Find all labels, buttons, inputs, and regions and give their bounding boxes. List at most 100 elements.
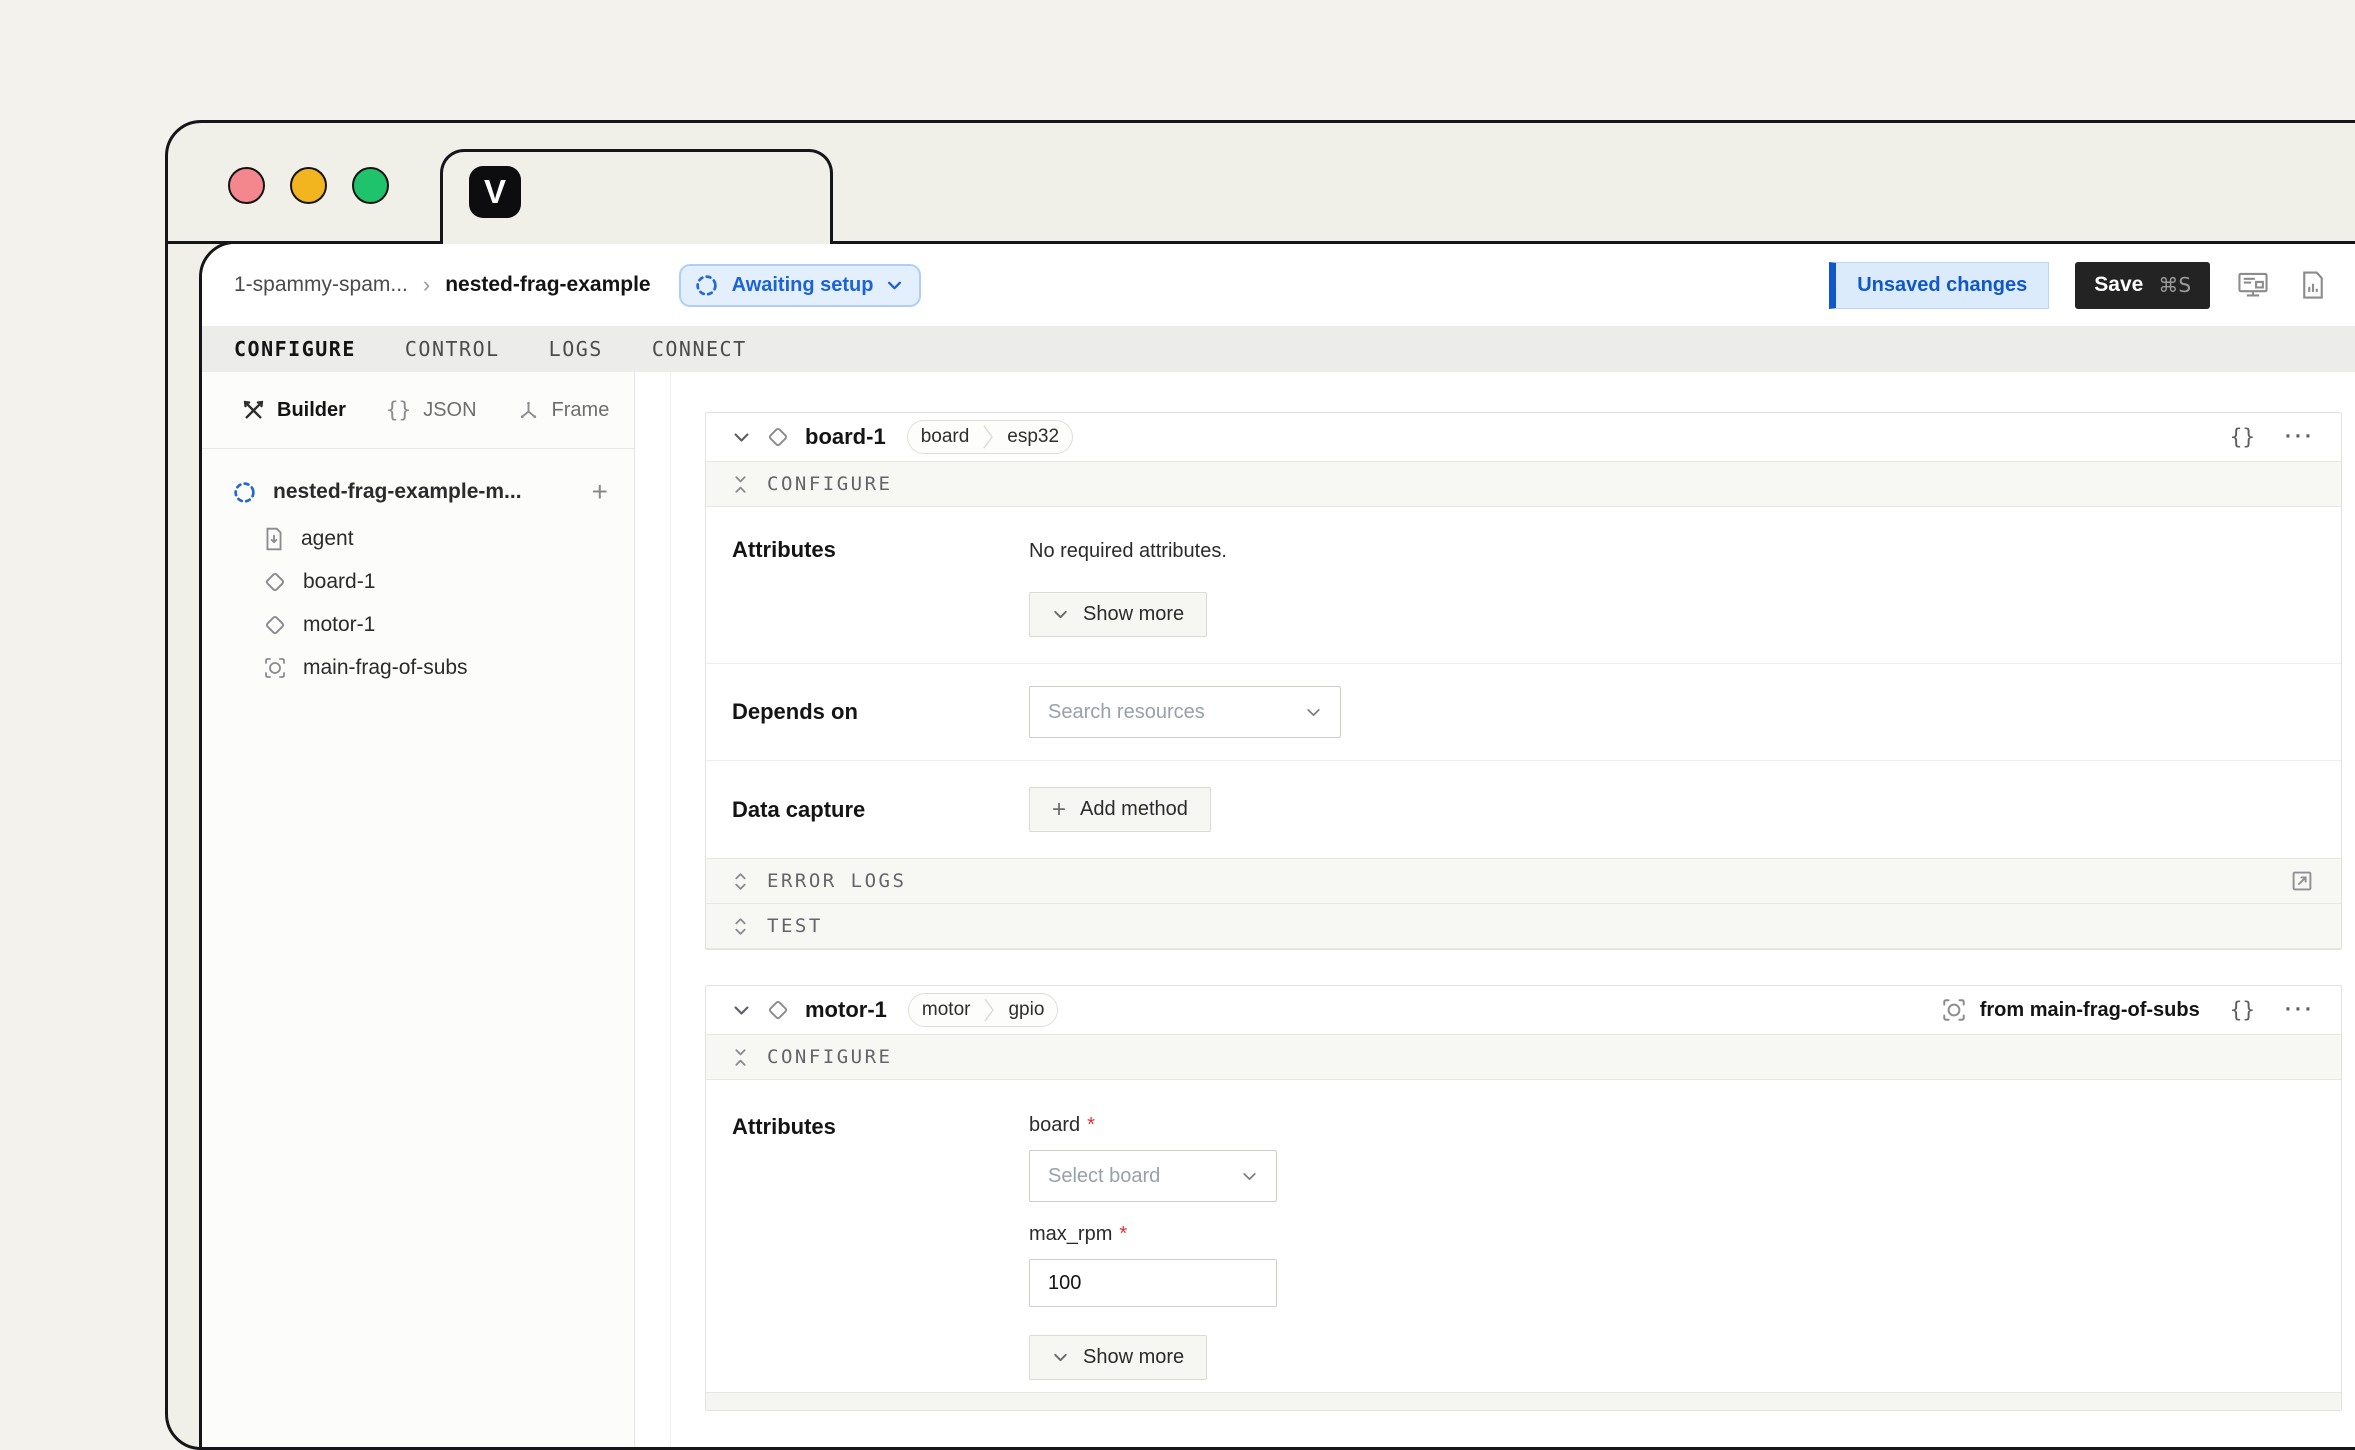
component-diamond-icon bbox=[766, 425, 790, 449]
add-resource-button[interactable]: + bbox=[592, 478, 608, 506]
component-header-actions: from main-frag-of-subs {} ··· bbox=[1941, 997, 2315, 1023]
browser-tab[interactable]: V bbox=[440, 149, 833, 244]
board-select[interactable]: Select board bbox=[1029, 1150, 1277, 1202]
required-marker: * bbox=[1087, 1114, 1095, 1137]
tree-item-label: motor-1 bbox=[303, 613, 375, 637]
tree-root-label: nested-frag-example-m... bbox=[273, 480, 522, 504]
chevron-down-icon bbox=[1052, 606, 1069, 623]
component-header: board-1 board esp32 {} ··· bbox=[706, 413, 2341, 461]
content-area: Builder {} JSON bbox=[202, 372, 2355, 1447]
tree-item-label: main-frag-of-subs bbox=[303, 656, 468, 680]
code-braces-icon[interactable]: {} bbox=[2230, 998, 2255, 1022]
close-window-button[interactable] bbox=[228, 167, 265, 204]
tab-control[interactable]: CONTROL bbox=[405, 337, 500, 361]
component-diamond-icon bbox=[766, 998, 790, 1022]
component-title: board-1 bbox=[805, 424, 886, 450]
badge-model: esp32 bbox=[994, 426, 1072, 448]
breadcrumb: 1-spammy-spam... › nested-frag-example bbox=[234, 272, 651, 298]
tree-item-label: board-1 bbox=[303, 570, 375, 594]
open-logs-external-icon[interactable] bbox=[2290, 869, 2314, 893]
component-menu-icon[interactable]: ··· bbox=[2285, 998, 2315, 1022]
section-error-logs[interactable]: ERROR LOGS bbox=[706, 858, 2341, 904]
tab-configure[interactable]: CONFIGURE bbox=[234, 337, 356, 361]
badge-type: board bbox=[908, 426, 983, 448]
maximize-window-button[interactable] bbox=[352, 167, 389, 204]
component-type-badge: motor gpio bbox=[908, 993, 1059, 1027]
section-configure-label: CONFIGURE bbox=[767, 473, 892, 495]
section-configure-motor[interactable]: CONFIGURE bbox=[706, 1034, 2341, 1080]
save-button[interactable]: Save ⌘S bbox=[2075, 262, 2210, 309]
show-more-button[interactable]: Show more bbox=[1029, 1335, 1207, 1380]
max-rpm-field: max_rpm * bbox=[1029, 1223, 2315, 1307]
required-marker: * bbox=[1119, 1223, 1127, 1246]
show-more-button[interactable]: Show more bbox=[1029, 592, 1207, 637]
component-header: motor-1 motor gpio bbox=[706, 986, 2341, 1034]
tab-logs[interactable]: LOGS bbox=[549, 337, 603, 361]
save-shortcut-hint: ⌘S bbox=[2158, 273, 2191, 297]
max-rpm-input[interactable] bbox=[1029, 1259, 1277, 1307]
component-diamond-icon bbox=[263, 613, 287, 637]
data-capture-label: Data capture bbox=[732, 797, 1029, 823]
view-tab-builder[interactable]: Builder bbox=[242, 399, 346, 422]
chevron-down-icon bbox=[1305, 704, 1322, 721]
depends-on-row: Depends on Search resources bbox=[706, 663, 2341, 760]
builder-tools-icon bbox=[242, 399, 265, 422]
view-tab-frame-label: Frame bbox=[552, 399, 610, 422]
view-tab-frame[interactable]: Frame bbox=[517, 399, 610, 422]
collapse-chevron-icon[interactable] bbox=[732, 1001, 751, 1020]
attributes-row-board: Attributes No required attributes. Show … bbox=[706, 507, 2341, 663]
resource-tree: nested-frag-example-m... + agent bbox=[202, 449, 634, 681]
tree-item-board-1[interactable]: board-1 bbox=[263, 568, 608, 595]
section-configure-label: CONFIGURE bbox=[767, 1046, 892, 1068]
tree-item-label: agent bbox=[301, 527, 354, 551]
spinner-icon bbox=[694, 273, 719, 298]
spinner-icon bbox=[232, 480, 257, 505]
breadcrumb-separator-icon: › bbox=[423, 272, 430, 298]
badge-model: gpio bbox=[995, 999, 1057, 1021]
collapse-chevron-icon[interactable] bbox=[732, 428, 751, 447]
machine-status-chip[interactable]: Awaiting setup bbox=[679, 264, 922, 307]
code-braces-icon[interactable]: {} bbox=[2230, 425, 2255, 449]
machine-report-icon[interactable] bbox=[2296, 268, 2330, 302]
window-controls bbox=[228, 167, 389, 204]
chevron-down-icon bbox=[1052, 1349, 1069, 1366]
board-select-placeholder: Select board bbox=[1048, 1165, 1160, 1188]
fragment-icon bbox=[1941, 997, 1967, 1023]
add-method-label: Add method bbox=[1080, 798, 1188, 821]
tab-connect[interactable]: CONNECT bbox=[652, 337, 747, 361]
badge-type: motor bbox=[909, 999, 984, 1021]
component-card-motor-1: motor-1 motor gpio bbox=[705, 985, 2342, 1411]
minimize-window-button[interactable] bbox=[290, 167, 327, 204]
section-error-logs-label: ERROR LOGS bbox=[767, 870, 906, 892]
tree-item-main-frag-of-subs[interactable]: main-frag-of-subs bbox=[263, 654, 608, 681]
unsaved-changes-badge: Unsaved changes bbox=[1829, 262, 2049, 309]
top-bar: 1-spammy-spam... › nested-frag-example A… bbox=[202, 244, 2355, 326]
tree-item-motor-1[interactable]: motor-1 bbox=[263, 611, 608, 638]
attributes-row-motor: Attributes board * Select board bbox=[706, 1080, 2341, 1392]
machine-monitor-icon[interactable] bbox=[2236, 268, 2270, 302]
breadcrumb-parent[interactable]: 1-spammy-spam... bbox=[234, 273, 408, 297]
add-method-button[interactable]: + Add method bbox=[1029, 787, 1211, 832]
data-capture-row: Data capture + Add method bbox=[706, 760, 2341, 858]
board-field: board * Select board bbox=[1029, 1114, 2315, 1202]
tree-item-agent[interactable]: agent bbox=[263, 525, 608, 552]
unfold-more-icon bbox=[733, 871, 748, 892]
view-tab-builder-label: Builder bbox=[277, 399, 346, 422]
from-fragment-label: from main-frag-of-subs bbox=[1980, 999, 2200, 1022]
view-tab-json[interactable]: {} JSON bbox=[386, 398, 477, 422]
badge-divider-icon bbox=[982, 422, 994, 452]
unfold-more-icon bbox=[733, 916, 748, 937]
section-configure-board[interactable]: CONFIGURE bbox=[706, 461, 2341, 507]
chevron-down-icon bbox=[886, 277, 903, 294]
board-field-label: board bbox=[1029, 1114, 1080, 1137]
section-test[interactable]: TEST bbox=[706, 903, 2341, 949]
from-fragment-link[interactable]: from main-frag-of-subs bbox=[1941, 997, 2200, 1023]
show-more-label: Show more bbox=[1083, 603, 1184, 626]
component-type-badge: board esp32 bbox=[907, 420, 1073, 454]
show-more-label: Show more bbox=[1083, 1346, 1184, 1369]
machine-nav-tabs: CONFIGURE CONTROL LOGS CONNECT bbox=[202, 326, 2355, 372]
component-menu-icon[interactable]: ··· bbox=[2285, 425, 2315, 449]
sidebar: Builder {} JSON bbox=[202, 372, 635, 1447]
depends-on-select[interactable]: Search resources bbox=[1029, 686, 1341, 738]
tree-root-machine[interactable]: nested-frag-example-m... + bbox=[232, 475, 608, 509]
